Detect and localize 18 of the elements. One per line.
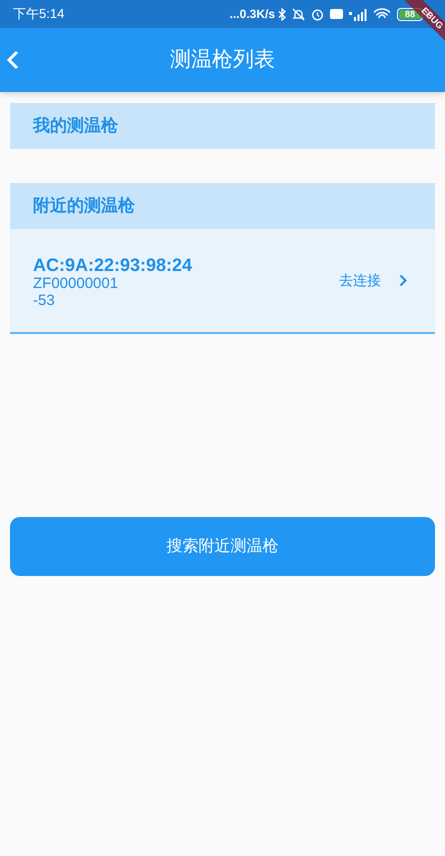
search-button[interactable]: 搜索附近测温枪 (10, 517, 435, 576)
device-serial: ZF00000001 (33, 274, 120, 292)
device-rssi: -53 (33, 292, 56, 308)
device-row[interactable]: AC:9A:22:93:98:24 ZF00000001 -53 去连接 (10, 229, 435, 334)
section-header: 附近的测温枪 (10, 183, 435, 229)
wifi-icon (373, 8, 391, 20)
connect-label: 去连接 (339, 271, 381, 290)
device-address: AC:9A:22:93:98:24 (33, 254, 194, 274)
chevron-right-icon (399, 274, 407, 287)
status-time: 下午5:14 (13, 5, 64, 24)
bluetooth-icon (278, 8, 286, 20)
section-header: 我的测温枪 (10, 103, 435, 149)
alarm-icon (311, 8, 324, 20)
page-title: 测温枪列表 (170, 47, 275, 74)
back-icon[interactable] (7, 50, 19, 70)
signal-icon (349, 8, 367, 20)
bell-off-icon (292, 8, 305, 20)
network-speed: ...0.3K/s (230, 6, 275, 23)
